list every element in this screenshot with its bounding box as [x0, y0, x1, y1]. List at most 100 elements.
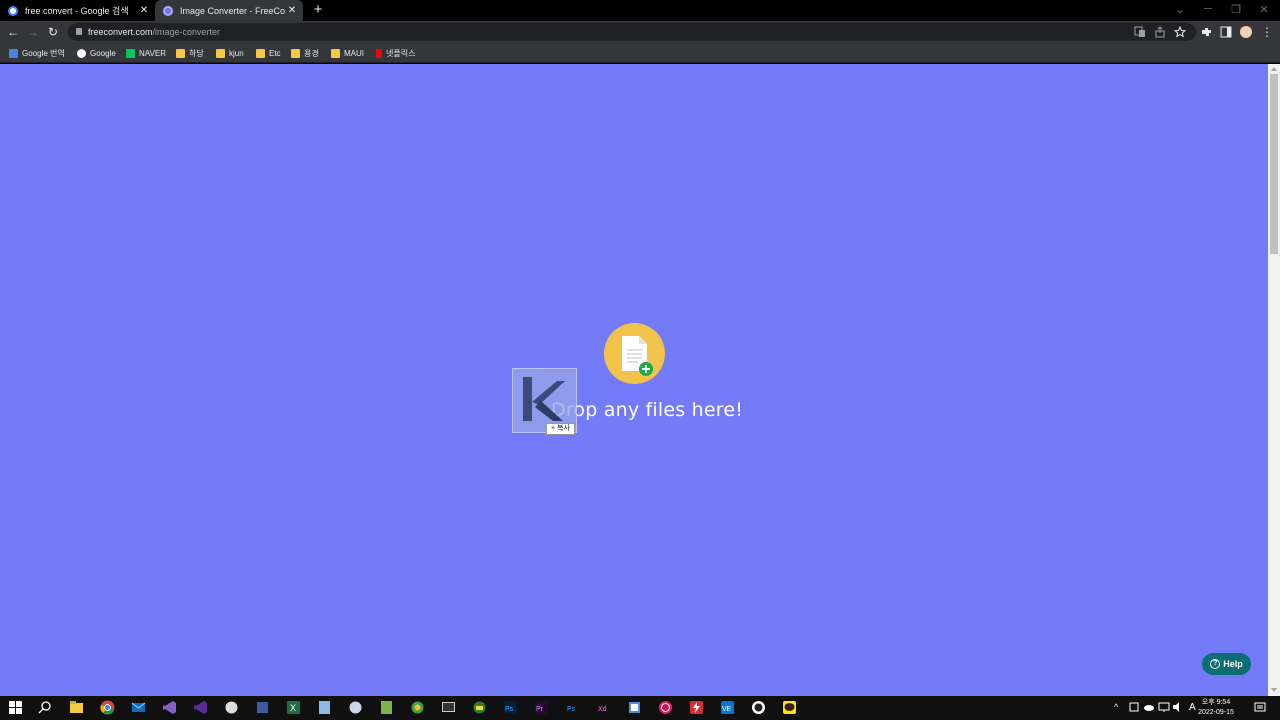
- terminal-icon[interactable]: [441, 700, 456, 715]
- chevron-down-icon[interactable]: ⌄: [1166, 3, 1194, 16]
- bookmark-label: 용경: [304, 48, 319, 58]
- help-button[interactable]: ? Help: [1202, 653, 1251, 675]
- bookmark-label: kjun: [229, 48, 244, 58]
- visual-studio-preview-icon[interactable]: [193, 700, 208, 715]
- svg-text:Ps: Ps: [567, 706, 576, 713]
- share-icon[interactable]: [1154, 26, 1166, 38]
- svg-text:Ps: Ps: [505, 706, 514, 713]
- bookmark-label: Etc: [269, 48, 281, 58]
- forward-icon[interactable]: →: [25, 24, 41, 40]
- minimize-icon[interactable]: ─: [1194, 3, 1222, 15]
- url-text: freeconvert.com/image-converter: [88, 23, 220, 41]
- xd-icon[interactable]: Xd: [596, 700, 611, 715]
- app-icon[interactable]: [379, 700, 394, 715]
- app-icon[interactable]: [348, 700, 363, 715]
- close-tab-icon[interactable]: ✕: [285, 5, 299, 16]
- restore-icon[interactable]: ❐: [1222, 3, 1250, 16]
- close-window-icon[interactable]: ✕: [1250, 3, 1278, 16]
- extensions-icon[interactable]: [1200, 26, 1212, 38]
- record-icon[interactable]: [658, 700, 673, 715]
- app-icon[interactable]: [224, 700, 239, 715]
- chrome-icon[interactable]: [100, 700, 115, 715]
- page-scrollbar[interactable]: [1268, 64, 1280, 696]
- back-icon[interactable]: ←: [5, 24, 21, 40]
- bookmark-label: MAUI: [344, 48, 364, 58]
- app-icon[interactable]: [627, 700, 642, 715]
- bookmark-label: Google 번역: [22, 48, 65, 58]
- file-explorer-icon[interactable]: [69, 700, 84, 715]
- excel-icon[interactable]: X: [286, 700, 301, 715]
- folder-icon: [256, 48, 265, 58]
- kakaotalk-icon[interactable]: [782, 700, 797, 715]
- new-tab-button[interactable]: +: [310, 2, 326, 18]
- reload-icon[interactable]: ↻: [45, 24, 61, 40]
- bookmark-google-translate[interactable]: Google 번역: [9, 47, 65, 59]
- app-icon[interactable]: [751, 700, 766, 715]
- app-icon[interactable]: [317, 700, 332, 715]
- bookmark-label: 넷플릭스: [386, 48, 416, 58]
- photoshop-icon[interactable]: Ps: [503, 700, 518, 715]
- bookmark-naver[interactable]: NAVER: [126, 47, 166, 59]
- url-domain: freeconvert.com: [88, 27, 153, 37]
- google-icon: [8, 5, 18, 16]
- bookmarks-bar: Google 번역 Google NAVER 하당 kjun Etc 용경 MA…: [0, 43, 1280, 63]
- bookmark-label: NAVER: [139, 48, 166, 58]
- photoshop-icon[interactable]: Ps: [565, 700, 580, 715]
- drag-copy-badge: + 복사: [546, 423, 575, 435]
- drop-zone-overlay[interactable]: Drop any files here! + 복사 ? Help: [0, 64, 1268, 696]
- app-icon[interactable]: [472, 700, 487, 715]
- visual-studio-icon[interactable]: [162, 700, 177, 715]
- menu-icon[interactable]: ⋮: [1259, 24, 1275, 40]
- google-translate-icon: [9, 48, 18, 58]
- start-icon[interactable]: [8, 700, 23, 715]
- taskbar-clock[interactable]: 오후 9:54 2022-09-15: [1196, 698, 1236, 718]
- scroll-up-icon[interactable]: [1271, 67, 1277, 71]
- tab-strip: free convert - Google 검색 ✕ Image Convert…: [0, 0, 1280, 21]
- folder-icon: [176, 48, 185, 58]
- bookmark-folder[interactable]: 용경: [291, 47, 319, 59]
- ime-indicator[interactable]: A: [1189, 702, 1196, 713]
- vscode-icon[interactable]: VE: [720, 700, 735, 715]
- tab-image-converter[interactable]: Image Converter - FreeConvert ✕: [155, 0, 303, 21]
- drop-files-message: Drop any files here!: [551, 399, 744, 421]
- browser-toolbar: ← → ↻ freeconvert.com/image-converter ⋮: [0, 21, 1280, 43]
- volume-icon[interactable]: [1172, 701, 1184, 713]
- file-add-icon: [604, 323, 665, 384]
- premiere-icon[interactable]: Pr: [534, 700, 549, 715]
- tab-title: free convert - Google 검색: [25, 6, 129, 16]
- clock-date: 2022-09-15: [1198, 709, 1234, 716]
- close-tab-icon[interactable]: ✕: [137, 5, 151, 16]
- app-icon[interactable]: [255, 700, 270, 715]
- bookmark-netflix[interactable]: 넷플릭스: [376, 47, 415, 59]
- bookmark-label: 하당: [189, 48, 204, 58]
- network-icon[interactable]: [1158, 701, 1170, 713]
- notification-icon[interactable]: [1254, 701, 1266, 713]
- bookmark-folder[interactable]: MAUI: [331, 47, 364, 59]
- tray-chevron-icon[interactable]: ^: [1114, 702, 1118, 712]
- app-icon[interactable]: [689, 700, 704, 715]
- tab-google-search[interactable]: free convert - Google 검색 ✕: [0, 0, 155, 21]
- svg-text:X: X: [290, 703, 296, 713]
- bookmark-label: Google: [90, 48, 116, 58]
- tray-app-icon[interactable]: [1128, 701, 1140, 713]
- search-icon[interactable]: [38, 700, 53, 715]
- translate-icon[interactable]: [1134, 26, 1146, 38]
- bookmark-folder[interactable]: Etc: [256, 47, 281, 59]
- address-bar[interactable]: freeconvert.com/image-converter: [68, 23, 1196, 41]
- bookmark-folder[interactable]: kjun: [216, 47, 244, 59]
- profile-avatar[interactable]: [1240, 26, 1252, 38]
- app-icon[interactable]: [410, 700, 425, 715]
- windows-taskbar: X Ps Pr Ps Xd VE ^ A 오후 9:54 2022-09-15: [0, 696, 1280, 720]
- side-panel-icon[interactable]: [1220, 26, 1232, 38]
- onedrive-icon[interactable]: [1143, 701, 1155, 713]
- bookmark-star-icon[interactable]: [1174, 26, 1186, 38]
- help-label: Help: [1223, 659, 1243, 669]
- mail-icon[interactable]: [131, 700, 146, 715]
- bookmark-google[interactable]: Google: [77, 47, 116, 59]
- clock-time: 오후 9:54: [1201, 699, 1231, 706]
- scroll-thumb[interactable]: [1270, 74, 1278, 254]
- svg-text:Xd: Xd: [598, 706, 607, 713]
- bookmark-folder[interactable]: 하당: [176, 47, 204, 59]
- scroll-down-icon[interactable]: [1271, 688, 1277, 692]
- tab-title: Image Converter - FreeConvert: [180, 5, 285, 16]
